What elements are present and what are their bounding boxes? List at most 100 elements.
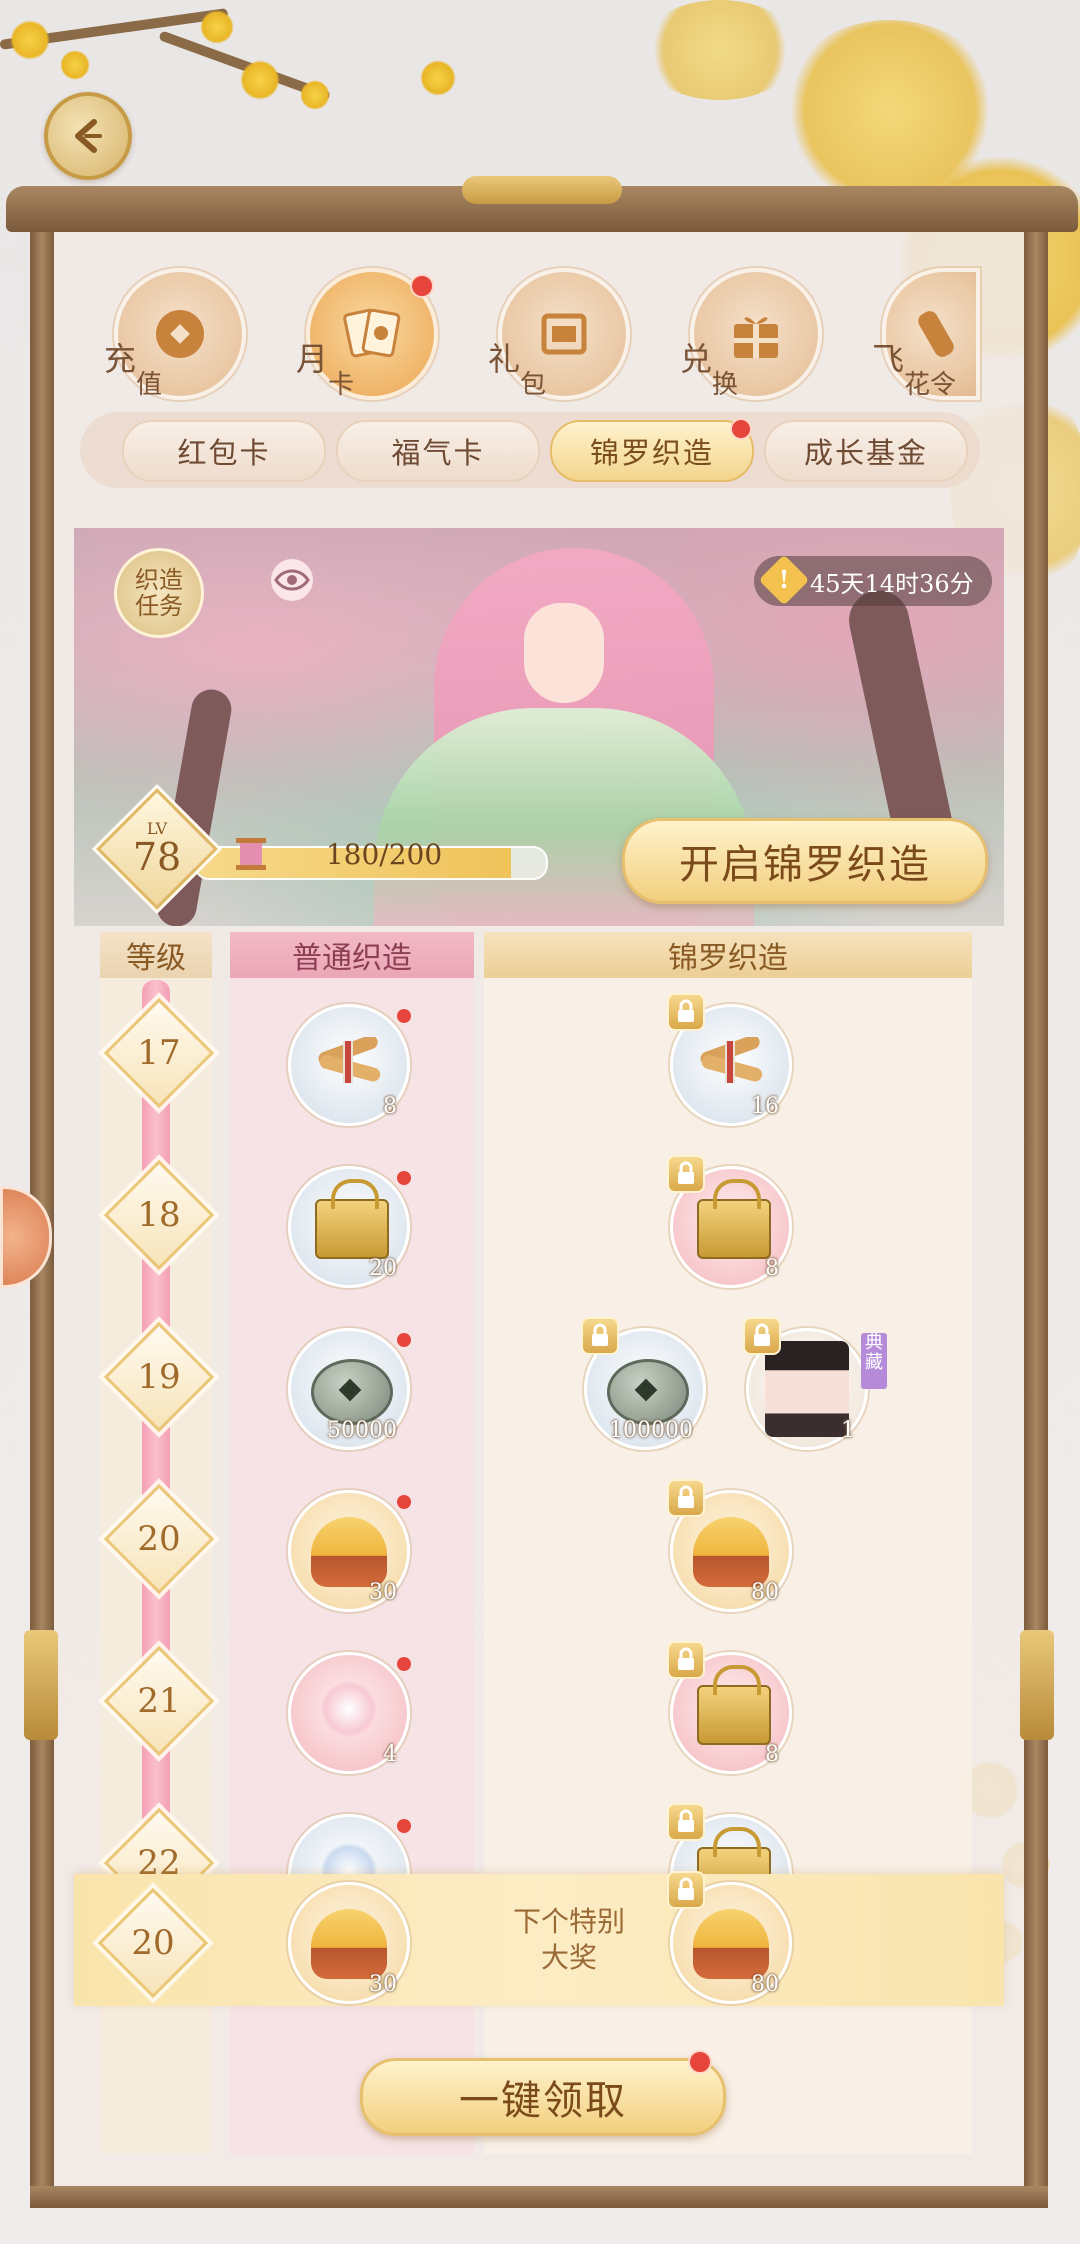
golden-basket-icon: [315, 1179, 389, 1259]
notification-dot: [397, 1333, 411, 1347]
category-label: 花令: [904, 370, 957, 400]
portrait-icon: [765, 1341, 849, 1437]
frame-top-beam: [6, 176, 1078, 232]
category-label: 换: [712, 370, 739, 400]
notification-dot: [397, 1819, 411, 1833]
level-marker: 20: [97, 1887, 209, 1999]
card-icon: [343, 308, 401, 358]
level-marker: 19: [103, 1321, 215, 1433]
category-recharge[interactable]: 充 值: [104, 268, 246, 400]
golden-basket-icon: [697, 1827, 771, 1874]
reward-item-normal[interactable]: 8: [288, 1004, 411, 1126]
level-number: 17: [137, 1033, 181, 1073]
mooncake-icon: [693, 1909, 769, 1979]
reward-item-jinluo[interactable]: 8: [667, 1155, 792, 1288]
category-exchange[interactable]: 兑 换: [680, 268, 822, 400]
weaving-quest-button[interactable]: 织造 任务: [114, 548, 204, 638]
open-jinluo-weaving-button[interactable]: 开启锦罗织造: [622, 818, 988, 904]
tab-growth-fund[interactable]: 成长基金: [764, 420, 968, 482]
category-package[interactable]: 礼 包: [488, 268, 630, 400]
reward-row: 19 50000 100000 1 典藏: [0, 1302, 1080, 1464]
reward-item-jinluo[interactable]: 8: [667, 1641, 792, 1774]
lock-icon: [667, 1803, 705, 1841]
notification-dot: [397, 1009, 411, 1023]
reward-item-jinluo[interactable]: 100000: [581, 1317, 706, 1450]
category-label: 值: [136, 370, 163, 400]
lock-icon: [743, 1317, 781, 1355]
next-reward-line1: 下个特别: [512, 1905, 625, 1938]
notification-dot: [730, 418, 752, 440]
level-marker: 22: [103, 1807, 215, 1874]
level-value: 78: [132, 835, 182, 879]
reward-item-normal[interactable]: [288, 1814, 411, 1874]
package-icon: [541, 313, 587, 355]
reward-row: 22: [0, 1788, 1080, 1874]
lock-icon: [667, 1871, 705, 1909]
notification-dot: [397, 1657, 411, 1671]
quest-label: 织造: [135, 566, 183, 594]
item-count: 100000: [609, 1418, 693, 1443]
reward-item-jinluo[interactable]: [667, 1803, 792, 1874]
golden-basket-icon: [697, 1665, 771, 1745]
level-number: 20: [131, 1923, 175, 1963]
item-count: 20: [369, 1256, 397, 1281]
reward-row: 18 20 8: [0, 1140, 1080, 1302]
notification-dot: [397, 1171, 411, 1185]
lock-icon: [667, 1155, 705, 1193]
next-special-reward-bar: 20 30 下个特别 大奖 80: [74, 1871, 1004, 2006]
scroll-icon: [918, 311, 954, 357]
reward-item-normal[interactable]: 4: [288, 1652, 411, 1774]
reward-item-jinluo[interactable]: 80: [667, 1479, 792, 1612]
next-reward-jinluo[interactable]: 80: [667, 1871, 792, 2004]
next-reward-line2: 大奖: [540, 1941, 597, 1974]
tab-red-packet-card[interactable]: 红包卡: [122, 420, 326, 482]
frame-bottom-beam: [30, 2186, 1048, 2208]
level-number: 21: [137, 1681, 181, 1721]
back-arrow-icon: [75, 119, 102, 153]
copper-coin-icon: [311, 1359, 393, 1425]
back-button[interactable]: [44, 92, 132, 180]
column-header-level: 等级: [100, 932, 212, 978]
category-feihualing[interactable]: 飞 花令: [872, 268, 980, 400]
lock-icon: [581, 1317, 619, 1355]
reward-item-normal[interactable]: 50000: [288, 1328, 411, 1450]
item-count: 8: [765, 1256, 779, 1281]
item-count: 80: [751, 1972, 779, 1997]
reward-row: 17 8 16: [0, 978, 1080, 1140]
level-marker: 20: [103, 1483, 215, 1595]
reward-row: 21 4 8: [0, 1626, 1080, 1788]
reward-item-jinluo[interactable]: 1 典藏: [743, 1317, 887, 1450]
lock-icon: [667, 993, 705, 1031]
item-count: 1: [841, 1418, 855, 1443]
silk-roll-icon: [318, 1037, 381, 1083]
next-reward-normal[interactable]: 30: [288, 1882, 410, 2004]
tab-fortune-card[interactable]: 福气卡: [336, 420, 540, 482]
timer-text: 45天14时36分: [810, 569, 974, 598]
copper-coin-icon: [607, 1359, 689, 1425]
category-label: 飞: [872, 340, 905, 378]
level-number: 20: [137, 1519, 181, 1559]
alert-icon: !: [758, 554, 810, 606]
level-number: 18: [137, 1195, 181, 1235]
notification-dot: [410, 274, 434, 298]
coin-icon: [156, 310, 204, 358]
claim-all-button[interactable]: 一键领取: [360, 2058, 726, 2136]
reward-item-normal[interactable]: 30: [288, 1490, 411, 1612]
column-header-jinluo: 锦罗织造: [484, 932, 972, 978]
eye-icon[interactable]: [270, 558, 314, 602]
reward-item-jinluo[interactable]: 16: [667, 993, 792, 1126]
category-label: 充: [104, 340, 137, 378]
golden-basket-icon: [697, 1179, 771, 1259]
item-count: 8: [383, 1094, 397, 1119]
reward-item-normal[interactable]: 20: [288, 1166, 411, 1288]
category-nav: 充 值 月 卡 礼 包 兑 换 飞 花令: [90, 268, 1030, 408]
quest-label: 任务: [135, 592, 183, 620]
pink-flower-icon: [321, 1681, 377, 1737]
progress-text: 180/200: [325, 838, 443, 871]
column-header-normal: 普通织造: [230, 932, 474, 978]
tab-jinluo-weaving[interactable]: 锦罗织造: [550, 420, 754, 482]
category-label: 兑: [680, 340, 713, 378]
category-monthly-card[interactable]: 月 卡: [296, 268, 438, 400]
silk-roll-icon: [700, 1037, 763, 1083]
level-number: 19: [137, 1357, 181, 1397]
